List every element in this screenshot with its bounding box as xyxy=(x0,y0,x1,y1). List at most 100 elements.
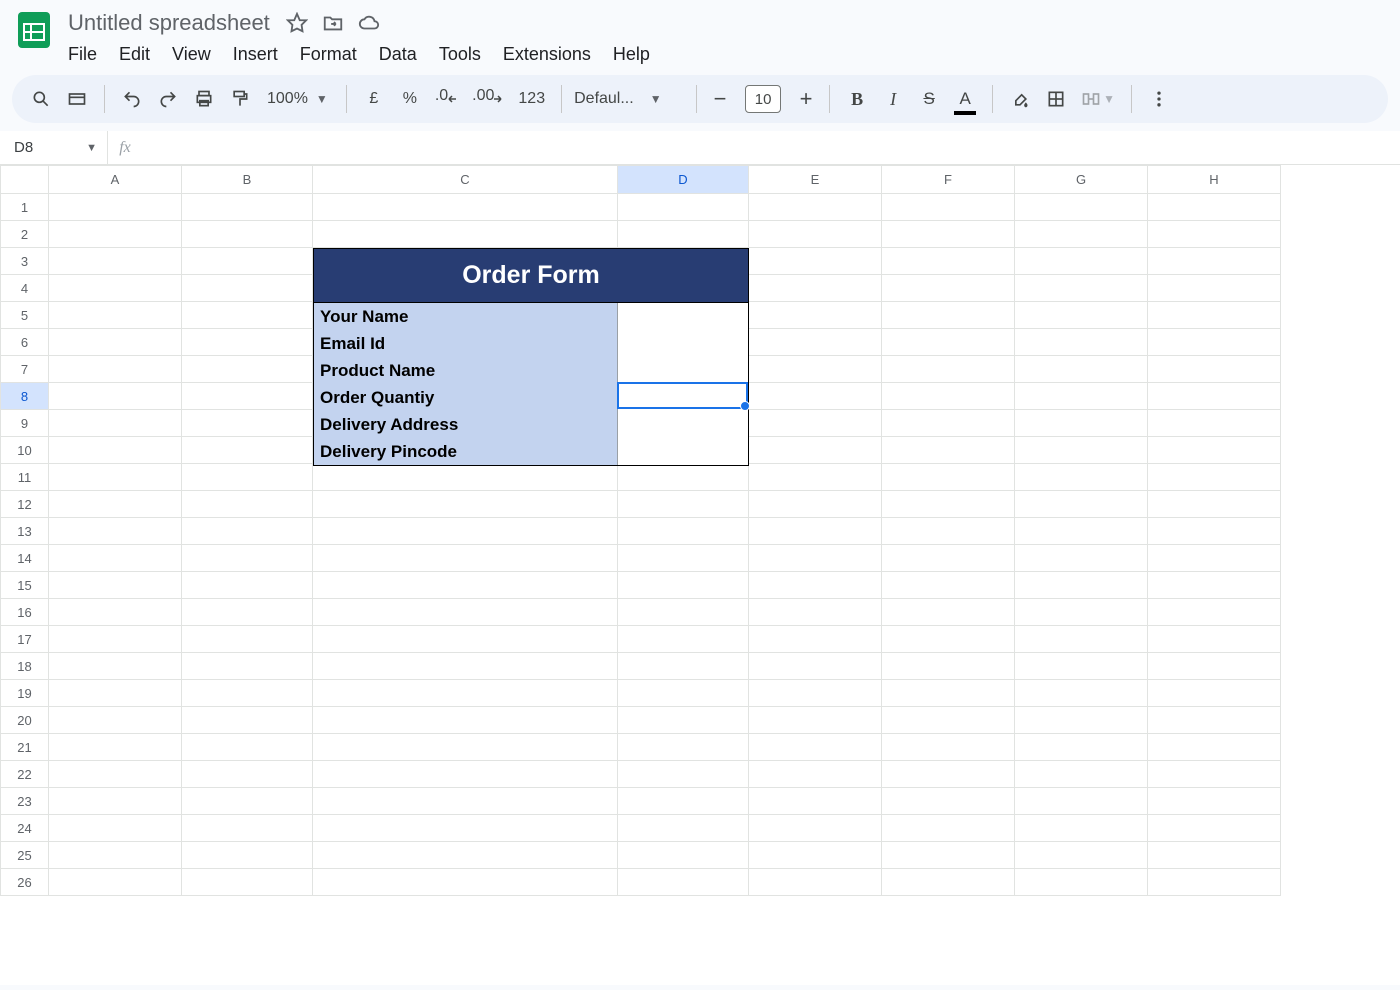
cell-C2[interactable] xyxy=(313,221,618,248)
menu-view[interactable]: View xyxy=(172,44,211,65)
row-header-8[interactable]: 8 xyxy=(1,383,49,410)
cell-F14[interactable] xyxy=(882,545,1015,572)
font-select[interactable]: Defaul...▼ xyxy=(574,90,684,108)
cell-C1[interactable] xyxy=(313,194,618,221)
cell-D16[interactable] xyxy=(618,599,749,626)
cell-D22[interactable] xyxy=(618,761,749,788)
cell-E16[interactable] xyxy=(749,599,882,626)
more-tools-icon[interactable] xyxy=(1144,83,1174,115)
cell-E21[interactable] xyxy=(749,734,882,761)
cell-G20[interactable] xyxy=(1015,707,1148,734)
cell-E5[interactable] xyxy=(749,302,882,329)
cell-C20[interactable] xyxy=(313,707,618,734)
row-header-11[interactable]: 11 xyxy=(1,464,49,491)
cell-H22[interactable] xyxy=(1148,761,1281,788)
borders-button[interactable] xyxy=(1041,83,1071,115)
cell-C10[interactable] xyxy=(313,437,618,464)
cell-D23[interactable] xyxy=(618,788,749,815)
cell-A23[interactable] xyxy=(49,788,182,815)
cell-H16[interactable] xyxy=(1148,599,1281,626)
cell-F16[interactable] xyxy=(882,599,1015,626)
star-icon[interactable] xyxy=(286,12,308,34)
cell-G1[interactable] xyxy=(1015,194,1148,221)
font-size-input[interactable]: 10 xyxy=(745,85,781,113)
row-header-21[interactable]: 21 xyxy=(1,734,49,761)
cell-G14[interactable] xyxy=(1015,545,1148,572)
cell-B25[interactable] xyxy=(182,842,313,869)
cell-G21[interactable] xyxy=(1015,734,1148,761)
cell-H23[interactable] xyxy=(1148,788,1281,815)
cell-H3[interactable] xyxy=(1148,248,1281,275)
cell-C7[interactable] xyxy=(313,356,618,383)
cell-F15[interactable] xyxy=(882,572,1015,599)
row-header-3[interactable]: 3 xyxy=(1,248,49,275)
cell-F24[interactable] xyxy=(882,815,1015,842)
cell-B10[interactable] xyxy=(182,437,313,464)
col-header-A[interactable]: A xyxy=(49,166,182,194)
cell-E17[interactable] xyxy=(749,626,882,653)
cell-E6[interactable] xyxy=(749,329,882,356)
cell-G24[interactable] xyxy=(1015,815,1148,842)
cell-C5[interactable] xyxy=(313,302,618,329)
cell-E18[interactable] xyxy=(749,653,882,680)
cell-F11[interactable] xyxy=(882,464,1015,491)
cell-D6[interactable] xyxy=(618,329,749,356)
cell-F9[interactable] xyxy=(882,410,1015,437)
cell-B7[interactable] xyxy=(182,356,313,383)
row-header-9[interactable]: 9 xyxy=(1,410,49,437)
cell-F3[interactable] xyxy=(882,248,1015,275)
cell-C9[interactable] xyxy=(313,410,618,437)
cell-F13[interactable] xyxy=(882,518,1015,545)
cell-D15[interactable] xyxy=(618,572,749,599)
cell-B16[interactable] xyxy=(182,599,313,626)
increase-decimal-icon[interactable]: .00 xyxy=(468,83,508,115)
cell-H24[interactable] xyxy=(1148,815,1281,842)
cell-F25[interactable] xyxy=(882,842,1015,869)
cell-B17[interactable] xyxy=(182,626,313,653)
row-header-23[interactable]: 23 xyxy=(1,788,49,815)
cell-C14[interactable] xyxy=(313,545,618,572)
cell-A24[interactable] xyxy=(49,815,182,842)
cell-C23[interactable] xyxy=(313,788,618,815)
cell-E23[interactable] xyxy=(749,788,882,815)
cell-D12[interactable] xyxy=(618,491,749,518)
menu-format[interactable]: Format xyxy=(300,44,357,65)
cell-B19[interactable] xyxy=(182,680,313,707)
col-header-B[interactable]: B xyxy=(182,166,313,194)
row-header-6[interactable]: 6 xyxy=(1,329,49,356)
cell-D14[interactable] xyxy=(618,545,749,572)
col-header-E[interactable]: E xyxy=(749,166,882,194)
cell-G4[interactable] xyxy=(1015,275,1148,302)
cell-H19[interactable] xyxy=(1148,680,1281,707)
menu-file[interactable]: File xyxy=(68,44,97,65)
cell-D9[interactable] xyxy=(618,410,749,437)
cell-C22[interactable] xyxy=(313,761,618,788)
cell-F19[interactable] xyxy=(882,680,1015,707)
cloud-status-icon[interactable] xyxy=(358,12,380,34)
merge-cells-button[interactable]: ▼ xyxy=(1077,83,1119,115)
cell-D1[interactable] xyxy=(618,194,749,221)
format-123[interactable]: 123 xyxy=(514,83,549,115)
undo-icon[interactable] xyxy=(117,83,147,115)
cell-F10[interactable] xyxy=(882,437,1015,464)
cell-G12[interactable] xyxy=(1015,491,1148,518)
zoom-select[interactable]: 100%▼ xyxy=(261,90,334,108)
cell-A6[interactable] xyxy=(49,329,182,356)
cell-E19[interactable] xyxy=(749,680,882,707)
format-percent[interactable]: % xyxy=(395,83,425,115)
cell-H17[interactable] xyxy=(1148,626,1281,653)
cell-H8[interactable] xyxy=(1148,383,1281,410)
row-header-12[interactable]: 12 xyxy=(1,491,49,518)
cell-B24[interactable] xyxy=(182,815,313,842)
cell-H5[interactable] xyxy=(1148,302,1281,329)
cell-A12[interactable] xyxy=(49,491,182,518)
cell-D26[interactable] xyxy=(618,869,749,896)
cell-A20[interactable] xyxy=(49,707,182,734)
cell-A22[interactable] xyxy=(49,761,182,788)
cell-A18[interactable] xyxy=(49,653,182,680)
cell-C15[interactable] xyxy=(313,572,618,599)
cell-G11[interactable] xyxy=(1015,464,1148,491)
toggle-panels-icon[interactable] xyxy=(62,83,92,115)
document-title[interactable]: Untitled spreadsheet xyxy=(66,8,272,38)
cell-E9[interactable] xyxy=(749,410,882,437)
